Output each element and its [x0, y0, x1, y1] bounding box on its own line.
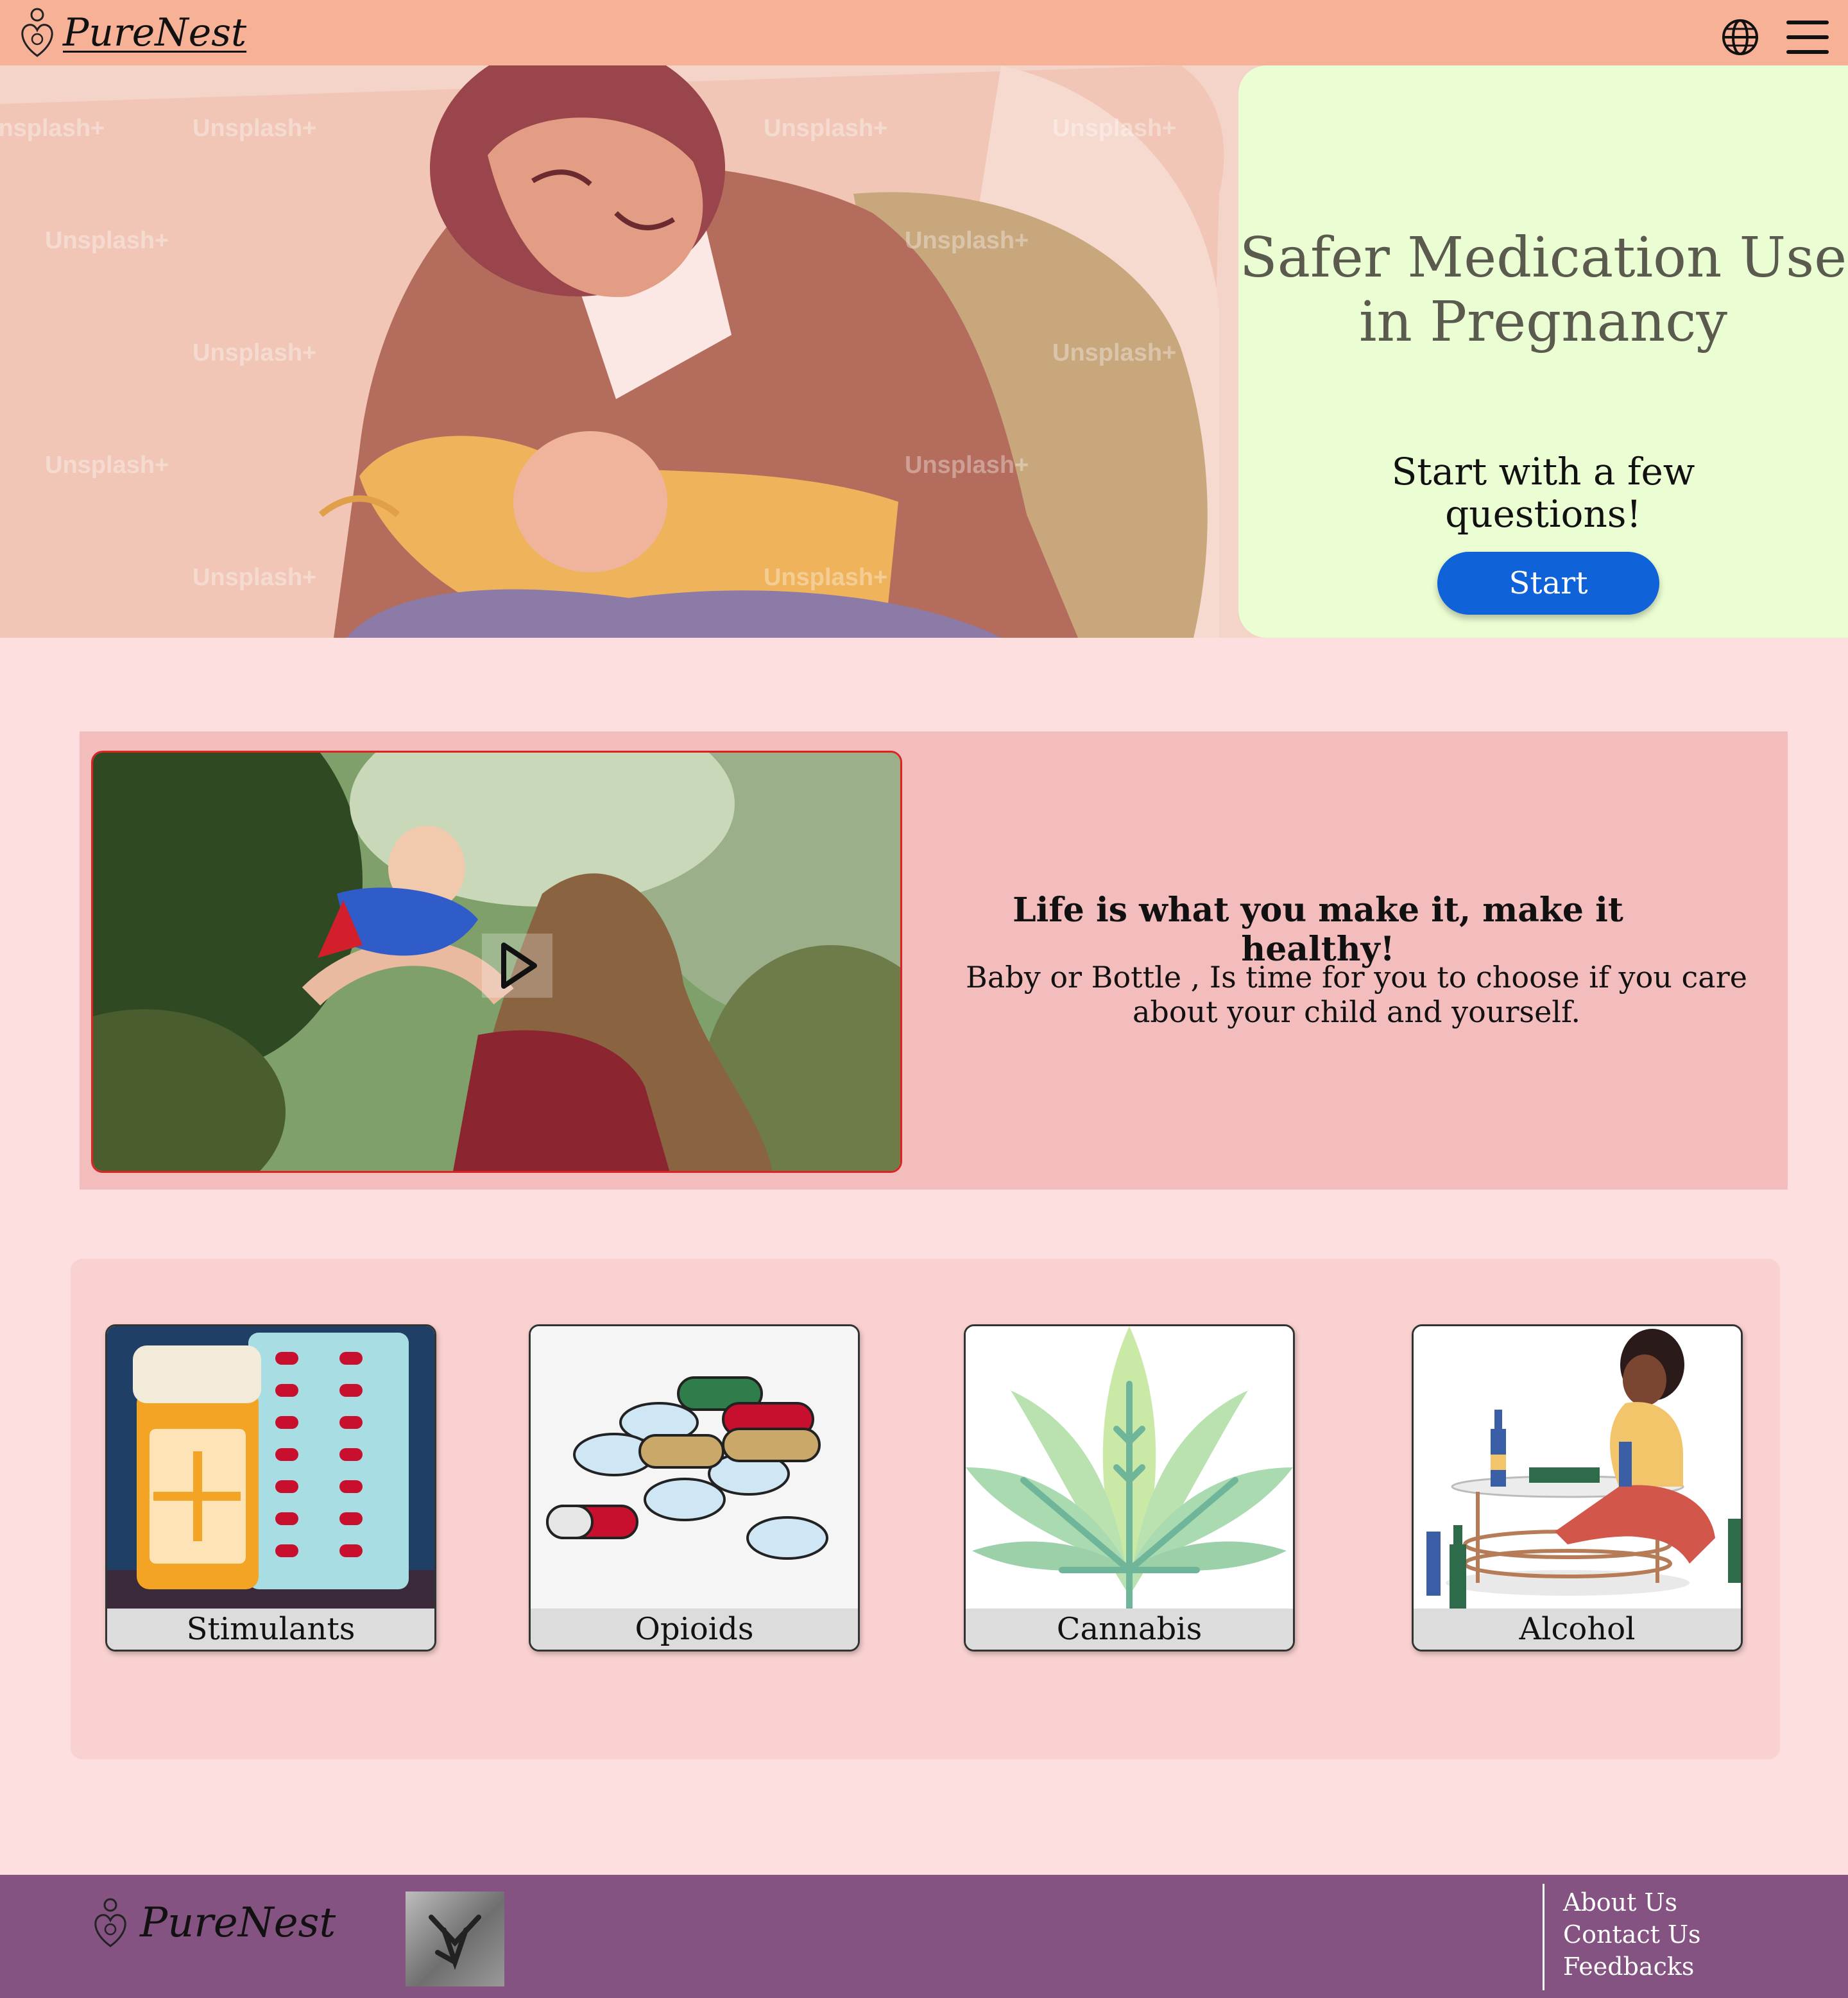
category-card-opioids[interactable]: Opioids: [529, 1324, 860, 1652]
brand-name: PureNest: [63, 10, 247, 55]
video-player[interactable]: [91, 751, 902, 1173]
watermark-text: Unsplash+: [193, 339, 316, 366]
hero-title: Safer Medication Use in Pregnancy: [1239, 226, 1847, 354]
start-button[interactable]: Start: [1437, 552, 1659, 615]
category-card-cannabis[interactable]: Cannabis: [964, 1324, 1295, 1652]
watermark-text: Unsplash+: [905, 452, 1029, 479]
watermark-text: Unsplash+: [1052, 115, 1176, 142]
footer-brand[interactable]: PureNest: [90, 1894, 336, 1952]
footer-brand-name: PureNest: [140, 1899, 336, 1947]
partner-logo-icon: [429, 1915, 481, 1970]
partner-logo: [406, 1891, 504, 1986]
category-label: Cannabis: [966, 1609, 1293, 1650]
category-label: Stimulants: [107, 1609, 434, 1650]
globe-icon[interactable]: [1721, 18, 1759, 56]
footer: PureNest About Us Contact Us Feedbacks: [0, 1875, 1848, 1998]
promo-section: Life is what you make it, make it health…: [80, 731, 1788, 1190]
brand-logo[interactable]: PureNest: [17, 0, 246, 65]
watermark-text: Unsplash+: [45, 227, 169, 254]
category-label: Opioids: [531, 1609, 858, 1650]
alcohol-woman-icon: [1414, 1326, 1741, 1609]
heart-mother-logo-icon: [21, 8, 53, 57]
hero-illustration: Unsplash+ Unsplash+ Unsplash+ Unsplash+ …: [0, 65, 1245, 638]
watermark-text: Unsplash+: [0, 115, 105, 142]
feedbacks-link[interactable]: Feedbacks: [1563, 1952, 1701, 1981]
category-card-stimulants[interactable]: Stimulants: [105, 1324, 436, 1652]
promo-body: Baby or Bottle , Is time for you to choo…: [966, 960, 1747, 1029]
opioids-pills-icon: [531, 1326, 858, 1609]
footer-links: About Us Contact Us Feedbacks: [1563, 1888, 1701, 1981]
footer-divider: [1543, 1884, 1544, 1990]
heart-mother-logo-icon: [94, 1898, 126, 1947]
watermark-text: Unsplash+: [193, 115, 316, 142]
watermark-text: Unsplash+: [193, 564, 316, 591]
watermark-text: Unsplash+: [905, 227, 1029, 254]
contact-us-link[interactable]: Contact Us: [1563, 1920, 1701, 1949]
menu-icon[interactable]: [1786, 19, 1829, 55]
stimulants-pills-icon: [107, 1326, 434, 1609]
watermark-text: Unsplash+: [1052, 339, 1176, 366]
categories-section: Stimulants Opioids Cannabis Alcohol: [71, 1259, 1780, 1759]
category-label: Alcohol: [1414, 1609, 1741, 1650]
cannabis-leaf-icon: [966, 1326, 1293, 1609]
promo-heading: Life is what you make it, make it health…: [1013, 891, 1623, 969]
hero-card: Safer Medication Use in Pregnancy Start …: [1238, 65, 1848, 638]
hero-subtitle: Start with a few questions!: [1391, 450, 1695, 536]
hero-banner: Unsplash+ Unsplash+ Unsplash+ Unsplash+ …: [0, 65, 1848, 638]
about-us-link[interactable]: About Us: [1563, 1888, 1701, 1917]
top-header: PureNest: [0, 0, 1848, 65]
watermark-text: Unsplash+: [764, 115, 887, 142]
play-icon[interactable]: [482, 934, 552, 998]
category-card-alcohol[interactable]: Alcohol: [1412, 1324, 1743, 1652]
watermark-text: Unsplash+: [764, 564, 887, 591]
watermark-text: Unsplash+: [45, 452, 169, 479]
